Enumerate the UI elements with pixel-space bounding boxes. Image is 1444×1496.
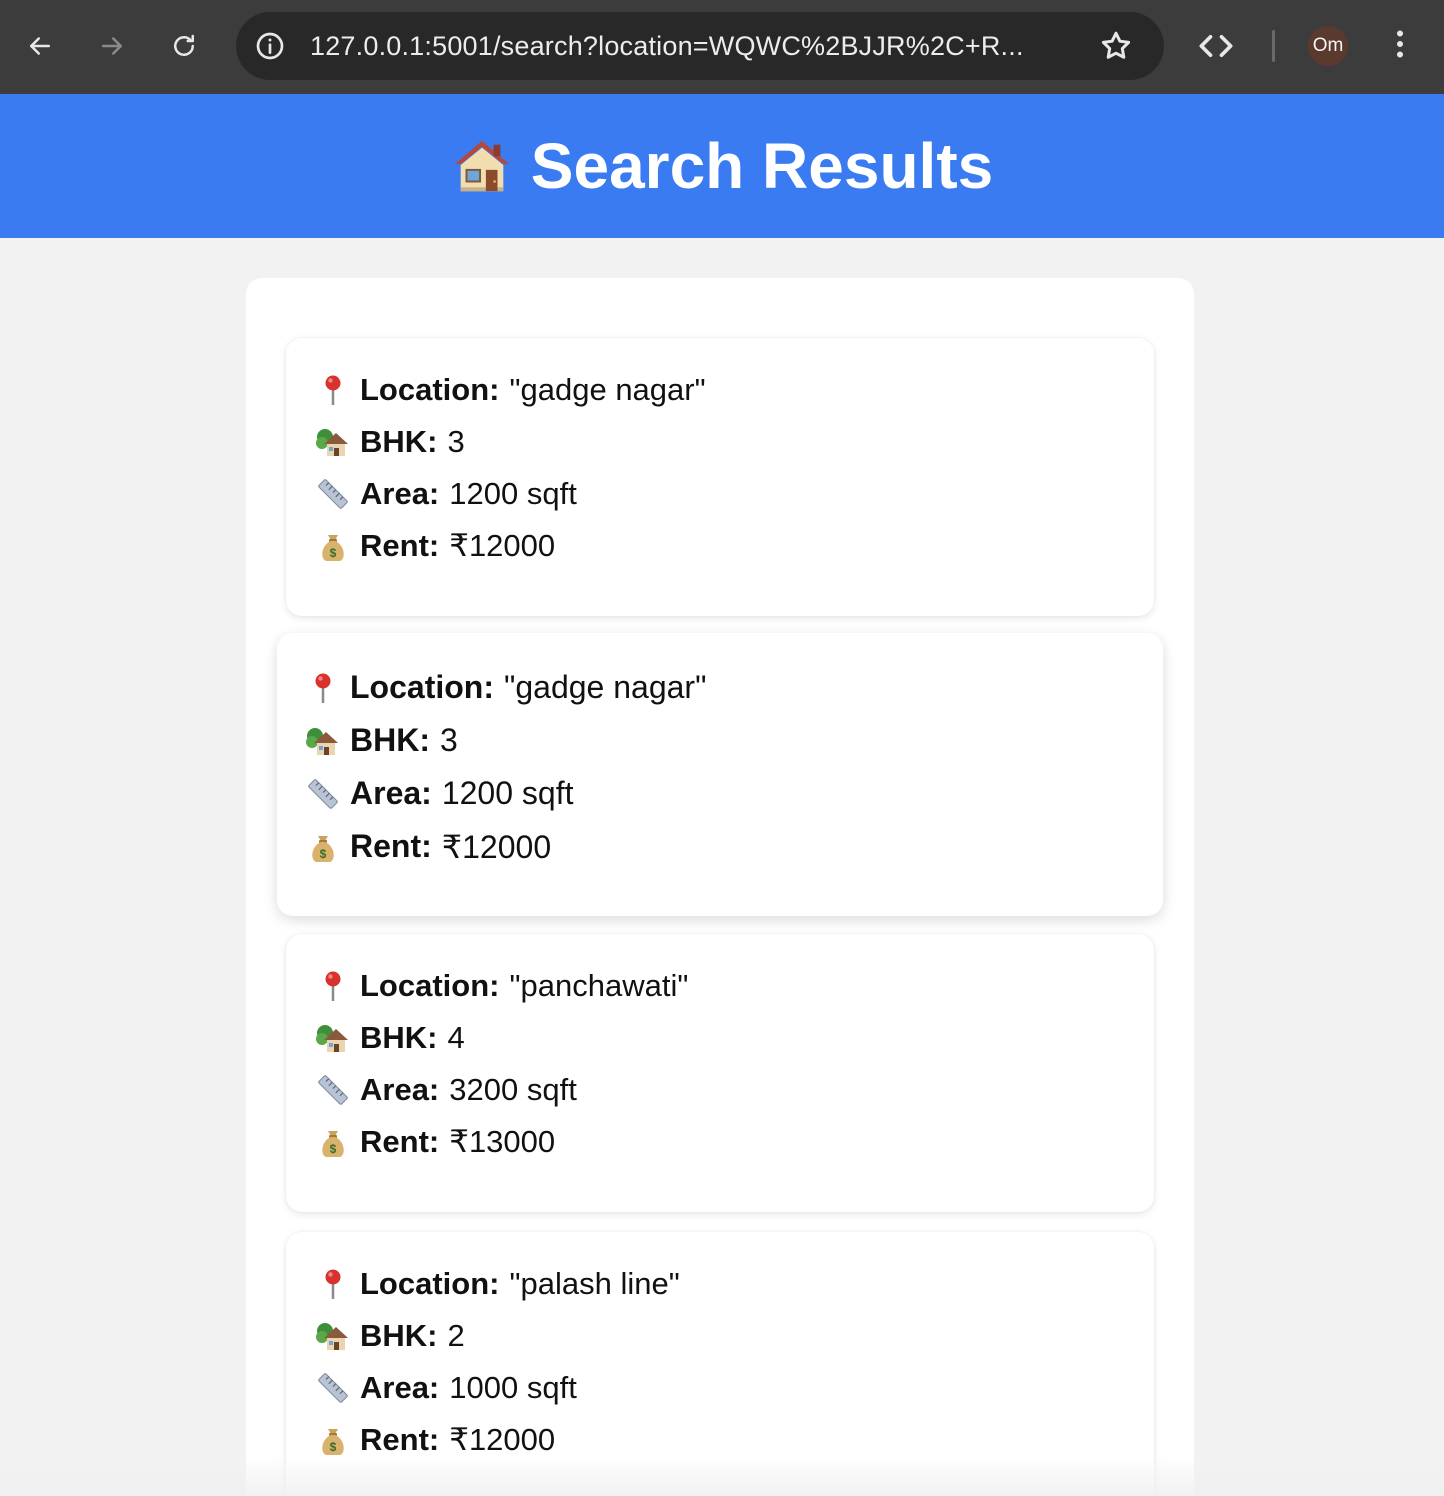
bhk-label: BHK: [360,1318,438,1353]
house-with-garden-icon [316,1021,350,1055]
location-label: Location: [360,372,500,407]
location-value: "palash line" [509,1266,680,1301]
ruler-icon [316,477,350,511]
page-header: Search Results [0,94,1444,238]
area-value: 1000 sqft [449,1370,577,1405]
result-card: Location: "panchawati" BHK: 4 Area: 3200 sqft… [286,934,1154,1212]
rent-row: $ Rent: ₹12000 [316,520,1154,572]
page-title-text: Search Results [530,130,994,202]
house-with-garden-icon [316,1319,350,1353]
rent-value: ₹13000 [449,1124,556,1159]
map-pin-icon [316,1267,350,1301]
svg-text:$: $ [330,1142,337,1156]
address-bar-url[interactable]: 127.0.0.1:5001/search?location=WQWC%2BJJ… [310,12,1070,80]
rent-row: $ Rent: ₹12000 [306,820,1163,873]
bhk-label: BHK: [350,722,430,758]
bhk-value: 2 [447,1318,465,1353]
location-row: Location: "palash line" [316,1258,1154,1310]
rent-label: Rent: [350,828,432,864]
bhk-value: 3 [447,424,465,459]
area-value: 3200 sqft [449,1072,577,1107]
bhk-row: BHK: 3 [306,714,1163,767]
address-bar[interactable]: 127.0.0.1:5001/search?location=WQWC%2BJJ… [236,12,1164,80]
bhk-value: 4 [447,1020,465,1055]
svg-text:$: $ [320,847,327,861]
rent-label: Rent: [360,1124,440,1159]
map-pin-icon [306,671,340,705]
page-title: Search Results [451,129,993,203]
location-row: Location: "panchawati" [316,960,1154,1012]
rent-value: ₹12000 [449,1422,556,1457]
forward-arrow-icon[interactable] [89,23,135,69]
bhk-row: BHK: 4 [316,1012,1154,1064]
profile-avatar[interactable]: Om [1308,26,1348,66]
ruler-icon [316,1073,350,1107]
location-value: "panchawati" [509,968,689,1003]
map-pin-icon [316,373,350,407]
toolbar-divider [1272,30,1275,62]
bhk-value: 3 [439,722,458,758]
area-row: Area: 1000 sqft [316,1362,1154,1414]
rent-label: Rent: [360,1422,440,1457]
money-bag-icon: $ [316,529,350,563]
back-arrow-icon[interactable] [17,23,63,69]
area-label: Area: [350,775,432,811]
area-row: Area: 1200 sqft [306,767,1163,820]
code-icon[interactable] [1194,24,1238,68]
svg-text:$: $ [330,546,337,560]
location-label: Location: [360,1266,500,1301]
house-icon [451,135,513,197]
map-pin-icon [316,969,350,1003]
location-value: "gadge nagar" [509,372,706,407]
kebab-menu-icon[interactable] [1382,26,1418,66]
bhk-label: BHK: [360,424,438,459]
bhk-row: BHK: 3 [316,416,1154,468]
reload-icon[interactable] [161,23,207,69]
house-with-garden-icon [316,425,350,459]
bhk-row: BHK: 2 [316,1310,1154,1362]
location-row: Location: "gadge nagar" [316,364,1154,416]
rent-label: Rent: [360,528,440,563]
svg-text:$: $ [330,1440,337,1454]
money-bag-icon: $ [316,1125,350,1159]
area-row: Area: 1200 sqft [316,468,1154,520]
results-container: Location: "gadge nagar" BHK: 3 Area: 1200 sqf… [246,278,1194,1496]
money-bag-icon: $ [306,830,340,864]
rent-value: ₹12000 [449,528,556,563]
star-icon[interactable] [1098,28,1134,64]
area-label: Area: [360,1072,440,1107]
location-label: Location: [360,968,500,1003]
location-value: "gadge nagar" [503,669,707,705]
area-label: Area: [360,476,440,511]
ruler-icon [316,1371,350,1405]
bottom-fade [0,1456,1444,1496]
area-value: 1200 sqft [449,476,577,511]
rent-value: ₹12000 [441,828,552,865]
result-card: Location: "gadge nagar" BHK: 3 Area: 1200 sqf… [277,633,1163,916]
result-card: Location: "gadge nagar" BHK: 3 Area: 1200 sqf… [286,338,1154,616]
location-label: Location: [350,669,494,705]
money-bag-icon: $ [316,1423,350,1457]
info-icon[interactable] [254,30,286,62]
house-with-garden-icon [306,724,340,758]
bhk-label: BHK: [360,1020,438,1055]
area-label: Area: [360,1370,440,1405]
browser-toolbar: 127.0.0.1:5001/search?location=WQWC%2BJJ… [0,0,1444,94]
area-row: Area: 3200 sqft [316,1064,1154,1116]
ruler-icon [306,777,340,811]
area-value: 1200 sqft [441,775,574,811]
location-row: Location: "gadge nagar" [306,661,1163,714]
rent-row: $ Rent: ₹13000 [316,1116,1154,1168]
